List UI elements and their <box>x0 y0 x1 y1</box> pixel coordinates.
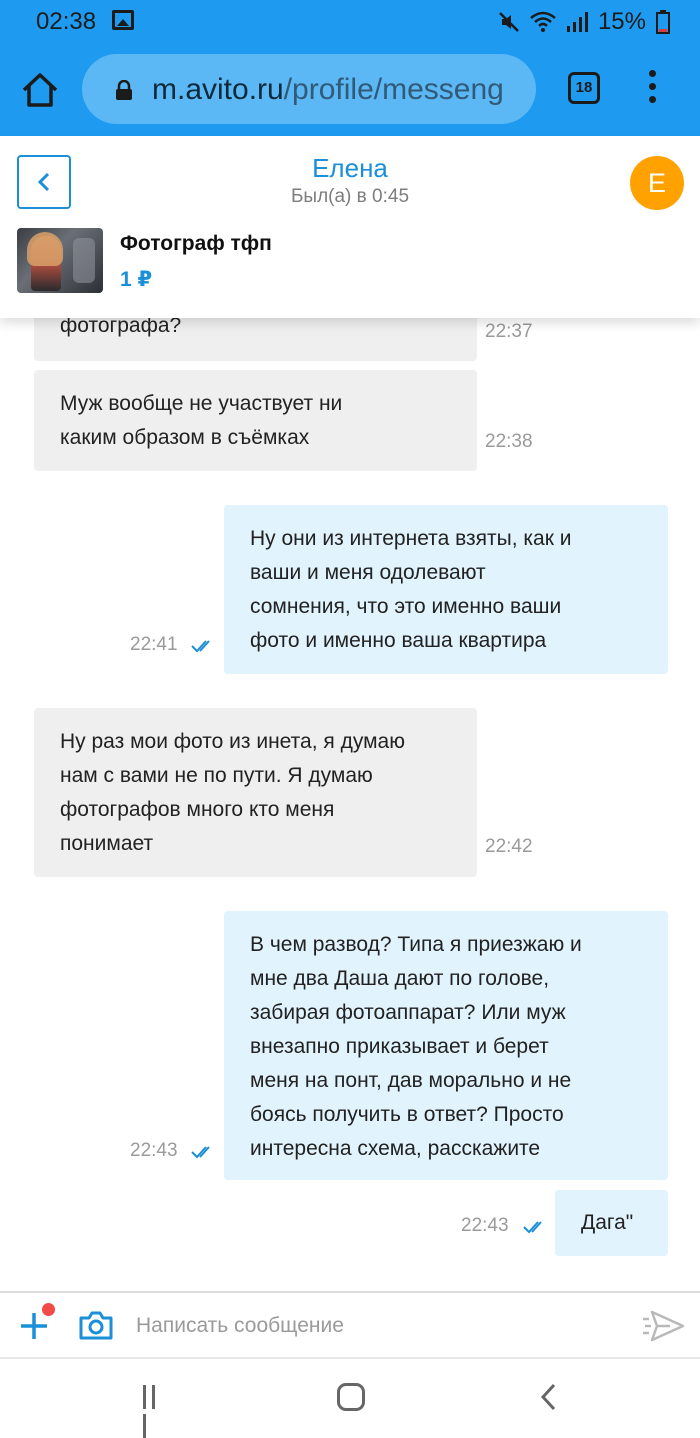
message-time: 22:37 <box>485 321 533 342</box>
address-bar[interactable]: m.avito.ru/profile/messeng <box>82 54 536 124</box>
contact-name[interactable]: Елена <box>0 153 700 184</box>
message-text: Дага" <box>581 1211 634 1234</box>
message-time: 22:38 <box>485 431 533 452</box>
message-text: боясь получить в ответ? Просто <box>250 1103 564 1126</box>
message-list[interactable]: фотографа? 22:37 Муж вообще не участвует… <box>0 318 700 1290</box>
message-text: ваши и меня одолевают <box>250 561 486 584</box>
message-text: сомнения, что это именно ваши <box>250 595 562 618</box>
status-time: 02:38 <box>36 8 97 35</box>
double-check-icon <box>191 640 210 653</box>
notification-dot <box>42 1303 55 1316</box>
url-text: m.avito.ru/profile/messeng <box>152 73 504 107</box>
message-time: 22:43 <box>130 1140 178 1161</box>
url-path: /profile/messeng <box>283 73 504 106</box>
browser-chrome: 02:38 15% m.avito.ru/profile/messeng 18 <box>0 0 700 136</box>
listing-price: 1 ₽ <box>120 268 153 291</box>
home-button-icon[interactable] <box>337 1383 365 1411</box>
chat-header: Елена Был(а) в 0:45 E Фотограф тфп 1 ₽ <box>0 136 700 318</box>
last-seen-status: Был(а) в 0:45 <box>290 186 410 207</box>
recent-apps-icon[interactable] <box>143 1385 169 1438</box>
battery-icon <box>656 10 670 34</box>
home-icon[interactable] <box>20 70 60 110</box>
message-text: меня на понт, дав морально и не <box>250 1069 572 1092</box>
more-vert-icon[interactable] <box>642 70 662 110</box>
avatar[interactable]: E <box>630 156 684 210</box>
message-time: 22:41 <box>130 634 178 655</box>
message-text: Муж вообще не участвует ни <box>60 392 343 415</box>
double-check-icon <box>523 1221 542 1234</box>
listing-thumbnail[interactable] <box>17 228 103 293</box>
message-text: Ну они из интернета взяты, как и <box>250 527 572 550</box>
message-bubble-outgoing[interactable]: Дага" <box>555 1190 668 1256</box>
message-input[interactable] <box>136 1311 616 1341</box>
message-bubble-outgoing[interactable]: Ну они из интернета взяты, как и ваши и … <box>224 505 668 674</box>
message-text: понимает <box>60 832 154 855</box>
status-bar: 02:38 15% <box>0 0 700 42</box>
message-text: нам с вами не по пути. Я думаю <box>60 764 373 787</box>
back-arrow-icon[interactable] <box>537 1381 561 1413</box>
message-bubble-incoming[interactable]: Ну раз мои фото из инета, я думаю нам с … <box>34 708 477 877</box>
message-bubble-incoming[interactable]: фотографа? <box>34 318 477 361</box>
message-text: внезапно приказывает и берет <box>250 1035 549 1058</box>
message-text: интересна схема, расскажите <box>250 1137 541 1160</box>
message-time: 22:42 <box>485 836 533 857</box>
message-text: фото и именно ваша квартира <box>250 629 547 652</box>
lock-icon <box>116 80 132 100</box>
url-host: m.avito.ru <box>152 73 284 106</box>
message-text: мне два Даша дают по голове, <box>250 967 550 990</box>
mute-icon <box>499 12 519 32</box>
send-icon[interactable] <box>642 1309 686 1343</box>
message-text: каким образом в съёмках <box>60 426 310 449</box>
signal-icon <box>566 12 588 32</box>
message-text: забирая фотоаппарат? Или муж <box>250 1001 566 1024</box>
url-row: m.avito.ru/profile/messeng 18 <box>0 52 700 128</box>
status-icons: 15% <box>498 8 670 36</box>
message-bubble-incoming[interactable]: Муж вообще не участвует ни каким образом… <box>34 370 477 471</box>
image-icon <box>112 10 134 30</box>
message-text: фотографов много кто меня <box>60 798 335 821</box>
camera-icon[interactable] <box>78 1309 114 1341</box>
message-text: В чем развод? Типа я приезжаю и <box>250 933 582 956</box>
double-check-icon <box>191 1146 210 1159</box>
message-time: 22:43 <box>461 1215 509 1236</box>
wifi-icon <box>530 11 556 32</box>
message-bubble-outgoing[interactable]: В чем развод? Типа я приезжаю и мне два … <box>224 911 668 1180</box>
listing-title[interactable]: Фотограф тфп <box>120 232 272 256</box>
message-text: Ну раз мои фото из инета, я думаю <box>60 730 405 753</box>
system-nav-bar <box>0 1359 700 1438</box>
battery-percent: 15% <box>597 8 646 35</box>
message-text: фотографа? <box>60 318 182 337</box>
tab-switcher-button[interactable]: 18 <box>568 72 600 104</box>
message-composer <box>0 1291 700 1359</box>
